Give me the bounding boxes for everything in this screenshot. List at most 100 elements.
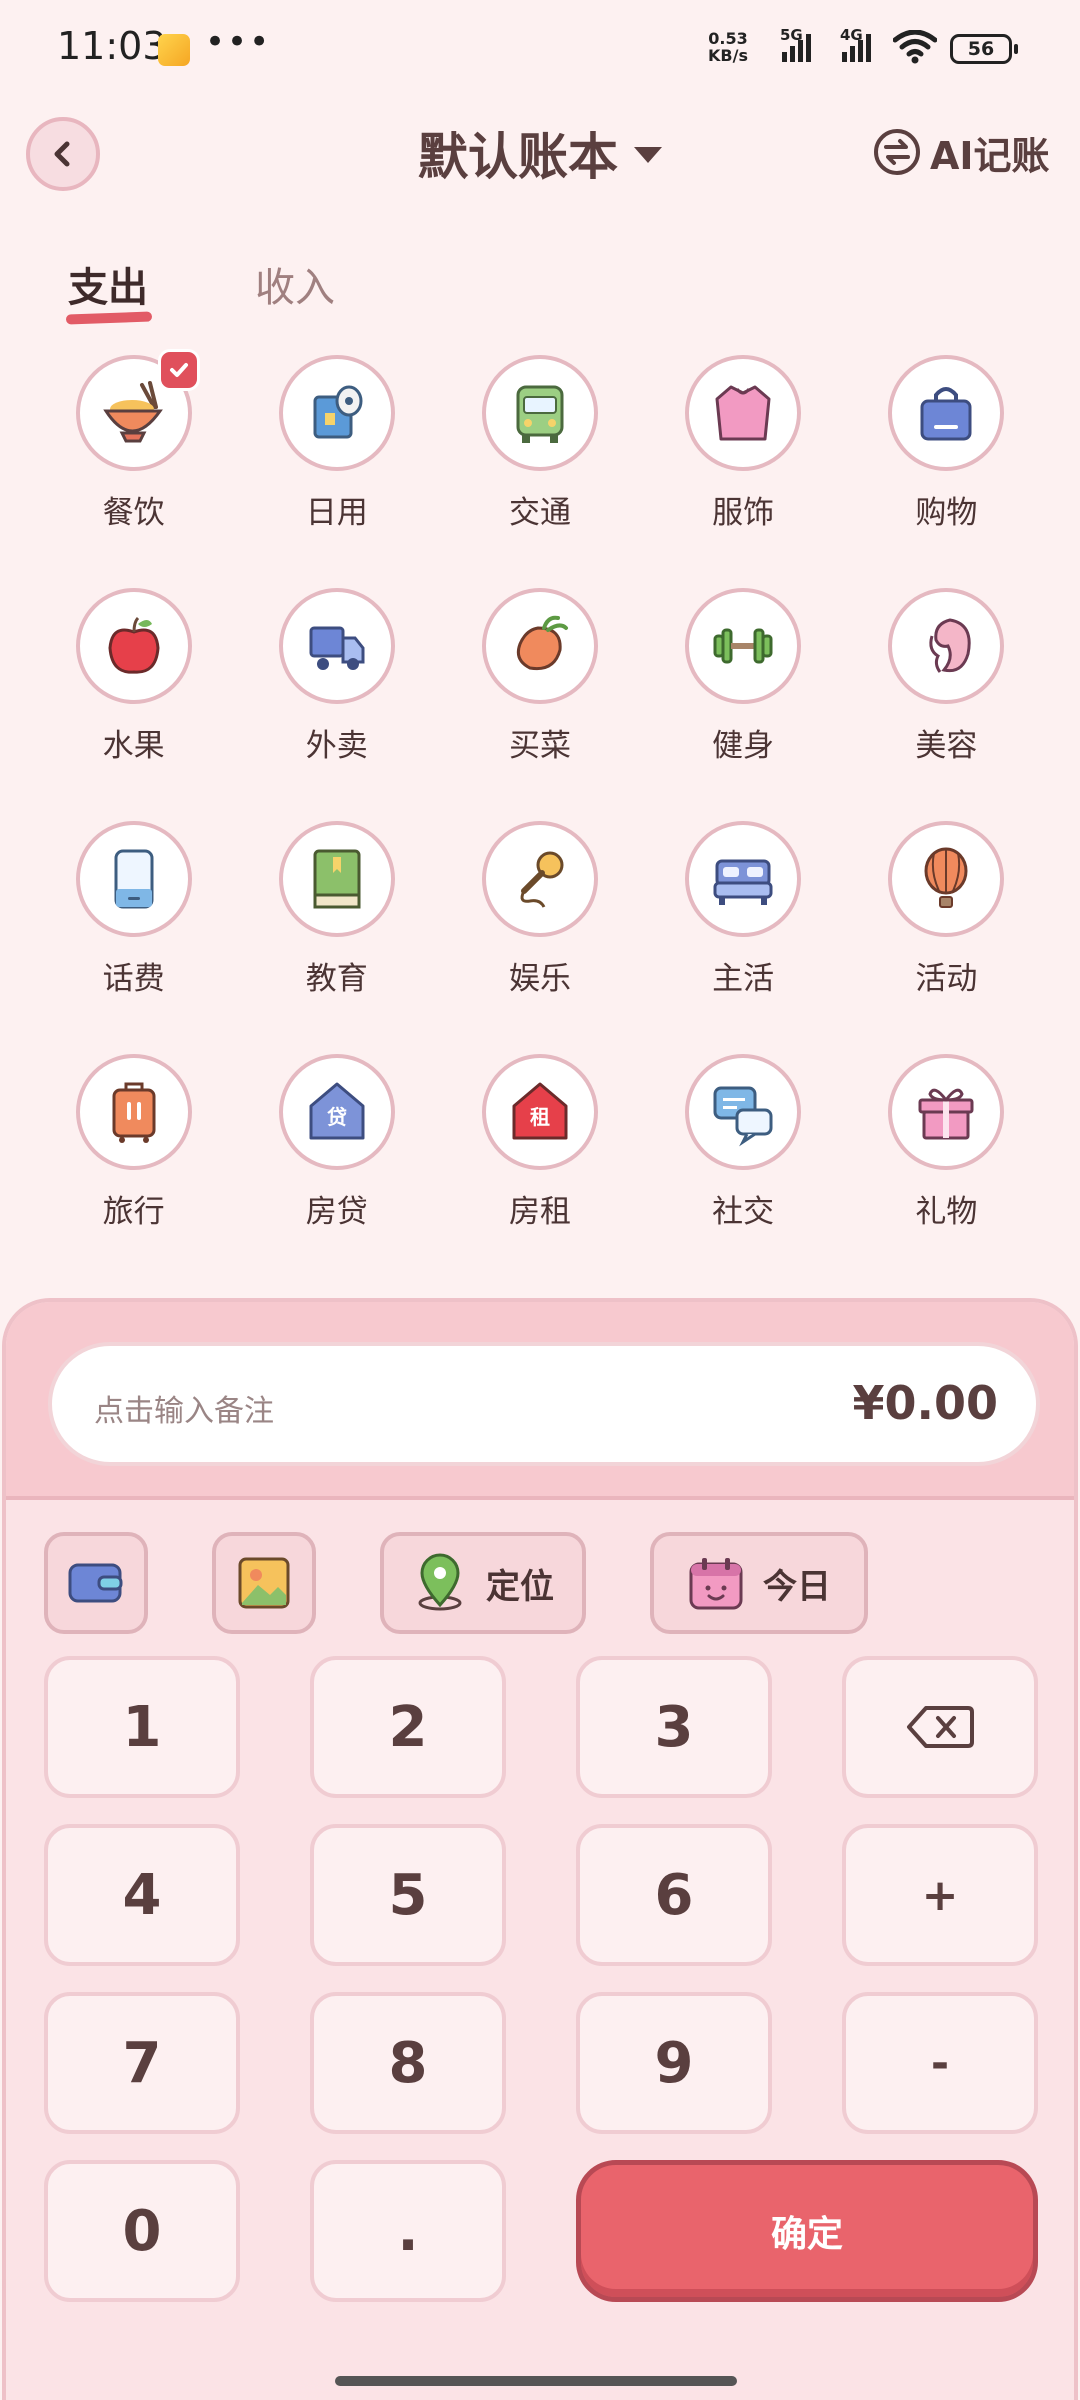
category-food[interactable]: 餐饮 [32,349,235,588]
confirm-button[interactable]: 确定 [576,2160,1038,2302]
key-1[interactable]: 1 [44,1656,240,1798]
category-phone-bill[interactable]: 话费 [32,821,235,1054]
category-grid: 餐饮 日用 交通 服饰 购物 水果 外卖 买菜 健身 美容 话费 教育 娱乐 主… [32,349,1048,1287]
date-label: 今日 [763,1566,831,1607]
category-social[interactable]: 社交 [642,1054,845,1287]
tissue-roll-icon [313,385,363,439]
tab-expense[interactable]: 支出 [68,255,148,313]
category-rent[interactable]: 租 房租 [438,1054,641,1287]
category-label: 教育 [305,961,368,997]
house-rent-icon: 租 [512,1082,568,1140]
category-label: 购物 [915,495,978,531]
balloon-icon [924,847,968,908]
ai-bookkeeping-button[interactable]: AI记账 [872,124,1050,180]
status-bar: 11:03 ••• 0.53 KB/s 5G 4G 56 [0,0,1080,100]
key-4[interactable]: 4 [44,1824,240,1966]
ledger-selector[interactable]: 默认账本 [300,118,780,188]
key-3[interactable]: 3 [576,1656,772,1798]
apple-icon [108,616,160,674]
category-label: 日用 [305,495,368,531]
battery-icon: 56 [950,34,1018,64]
category-daily[interactable]: 日用 [235,355,438,588]
category-fruit[interactable]: 水果 [32,588,235,821]
category-activity[interactable]: 活动 [845,821,1048,1054]
category-fitness[interactable]: 健身 [642,588,845,821]
key-7[interactable]: 7 [44,1992,240,2134]
category-clothing[interactable]: 服饰 [642,355,845,588]
more-notifications-icon: ••• [205,22,272,62]
key-9[interactable]: 9 [576,1992,772,2134]
exchange-icon [874,129,920,175]
category-label: 房租 [508,1194,571,1230]
category-transport[interactable]: 交通 [438,355,641,588]
category-label: 外卖 [305,728,368,764]
category-shopping[interactable]: 购物 [845,355,1048,588]
bus-icon [516,385,564,443]
home-indicator[interactable] [335,2376,737,2386]
carrot-icon [516,615,568,671]
back-button[interactable] [26,117,100,191]
category-label: 话费 [102,961,165,997]
notification-app-icon [158,34,190,66]
location-label: 定位 [486,1566,554,1607]
category-label: 旅行 [102,1194,165,1230]
category-travel[interactable]: 旅行 [32,1054,235,1287]
category-education[interactable]: 教育 [235,821,438,1054]
note-input[interactable]: 点击输入备注 ¥0.00 [48,1342,1040,1466]
tab-income[interactable]: 收入 [255,255,335,313]
key-8[interactable]: 8 [310,1992,506,2134]
category-groceries[interactable]: 买菜 [438,588,641,821]
signal-5g-icon: 5G [780,26,811,62]
selected-check-icon [158,349,200,391]
status-time: 11:03 [57,24,167,68]
category-label: 交通 [508,495,571,531]
category-label: 水果 [102,728,165,764]
category-living[interactable]: 主活 [642,821,845,1054]
gift-icon [918,1088,974,1140]
delivery-truck-icon [309,626,365,670]
category-takeout[interactable]: 外卖 [235,588,438,821]
category-label: 礼物 [915,1194,978,1230]
key-dot[interactable]: . [310,2160,506,2302]
date-button[interactable]: 今日 [650,1532,868,1634]
backspace-button[interactable] [842,1656,1038,1798]
location-button[interactable]: 定位 [380,1532,586,1634]
amount-display: ¥0.00 [852,1376,998,1430]
shopping-bag-icon [920,387,972,441]
image-button[interactable] [212,1532,316,1634]
key-2[interactable]: 2 [310,1656,506,1798]
chevron-left-icon [54,141,70,167]
ai-bookkeeping-label: AI记账 [930,133,1050,178]
category-entertainment[interactable]: 娱乐 [438,821,641,1054]
key-plus[interactable]: + [842,1824,1038,1966]
category-beauty[interactable]: 美容 [845,588,1048,821]
account-button[interactable] [44,1532,148,1634]
food-bowl-icon [102,381,163,443]
wifi-icon [893,30,937,64]
category-label: 房贷 [305,1194,368,1230]
category-mortgage[interactable]: 贷 房贷 [235,1054,438,1287]
note-placeholder: 点击输入备注 [94,1394,274,1429]
key-0[interactable]: 0 [44,2160,240,2302]
category-gift[interactable]: 礼物 [845,1054,1048,1287]
category-label: 餐饮 [102,495,165,531]
sweater-icon [715,385,771,441]
category-label: 美容 [915,728,978,764]
page-title: 默认账本 [418,128,618,186]
category-label: 社交 [712,1194,775,1230]
house-loan-char: 贷 [327,1105,347,1129]
signal-4g-icon: 4G [840,26,871,62]
category-label: 买菜 [508,728,571,764]
bed-icon [713,859,773,905]
backspace-icon [907,1706,974,1748]
category-label: 活动 [915,961,978,997]
image-icon [238,1557,290,1609]
network-speed: 0.53 KB/s [708,29,748,65]
key-6[interactable]: 6 [576,1824,772,1966]
microphone-icon [520,851,564,908]
key-minus[interactable]: - [842,1992,1038,2134]
key-5[interactable]: 5 [310,1824,506,1966]
house-loan-icon: 贷 [309,1082,365,1140]
calendar-icon [689,1558,743,1610]
entry-header: 点击输入备注 ¥0.00 [6,1302,1074,1500]
